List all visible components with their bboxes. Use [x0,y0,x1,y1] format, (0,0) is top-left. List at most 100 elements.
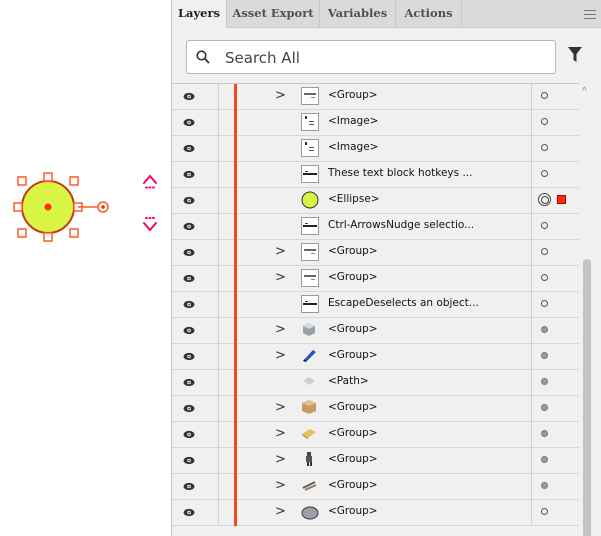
layer-name[interactable]: <Group> [328,427,378,439]
layer-row[interactable]: > <Group> [172,344,579,370]
layer-name[interactable]: <Group> [328,479,378,491]
layer-name[interactable]: <Group> [328,245,378,257]
target-circle-icon[interactable] [541,326,548,333]
visibility-eye-icon[interactable] [183,274,195,283]
target-circle-icon[interactable] [541,352,548,359]
target-circle-icon[interactable] [541,456,548,463]
lock-column[interactable] [218,162,219,188]
layer-row[interactable]: > <Group> [172,84,579,110]
visibility-eye-icon[interactable] [183,482,195,491]
expand-chevron-icon[interactable]: > [275,426,289,442]
layer-name[interactable]: These text block hotkeys ... [328,167,472,179]
expand-chevron-icon[interactable]: > [275,348,289,364]
expand-chevron-icon[interactable]: > [275,270,289,286]
layer-name[interactable]: <Ellipse> [328,193,380,205]
layer-row[interactable]: EscapeDeselects an object... [172,292,579,318]
visibility-eye-icon[interactable] [183,92,195,101]
visibility-eye-icon[interactable] [183,352,195,361]
layer-row[interactable]: <Image> [172,136,579,162]
visibility-eye-icon[interactable] [183,222,195,231]
layer-name[interactable]: Ctrl-ArrowsNudge selectio... [328,219,474,231]
visibility-eye-icon[interactable] [183,118,195,127]
lock-column[interactable] [218,448,219,474]
scroll-up-arrow-icon[interactable]: ^ [582,86,587,97]
layer-row[interactable]: > <Group> [172,396,579,422]
lock-column[interactable] [218,266,219,292]
target-circle-icon[interactable] [541,378,548,385]
layer-name[interactable]: <Group> [328,349,378,361]
lock-column[interactable] [218,318,219,344]
layer-row[interactable]: > <Group> [172,500,579,526]
visibility-eye-icon[interactable] [183,430,195,439]
visibility-eye-icon[interactable] [183,300,195,309]
visibility-eye-icon[interactable] [183,144,195,153]
visibility-eye-icon[interactable] [183,404,195,413]
tab-layers[interactable]: Layers [172,0,227,28]
lock-column[interactable] [218,370,219,396]
layer-name[interactable]: <Image> [328,141,378,153]
lock-column[interactable] [218,396,219,422]
layer-row[interactable]: Ctrl-ArrowsNudge selectio... [172,214,579,240]
expand-chevron-icon[interactable]: > [275,322,289,338]
expand-chevron-icon[interactable]: > [275,452,289,468]
layer-row[interactable]: These text block hotkeys ... [172,162,579,188]
scroll-thumb[interactable] [583,259,591,536]
target-circle-icon[interactable] [541,508,548,515]
layer-name[interactable]: <Image> [328,115,378,127]
lock-column[interactable] [218,84,219,110]
target-circle-icon[interactable] [541,222,548,229]
expand-chevron-icon[interactable]: > [275,244,289,260]
target-circle-icon[interactable] [538,193,551,206]
visibility-eye-icon[interactable] [183,508,195,517]
layer-row[interactable]: <Ellipse> [172,188,579,214]
target-circle-icon[interactable] [541,430,548,437]
target-circle-icon[interactable] [541,274,548,281]
scrollbar[interactable]: ^ [579,84,596,536]
layer-row[interactable]: > <Group> [172,448,579,474]
lock-column[interactable] [218,500,219,526]
target-circle-icon[interactable] [541,482,548,489]
layer-row[interactable]: > <Group> [172,240,579,266]
hamburger-menu-icon[interactable] [584,6,596,20]
tab-asset-export[interactable]: Asset Export [227,0,320,27]
layer-row[interactable]: > <Group> [172,266,579,292]
lock-column[interactable] [218,188,219,214]
visibility-eye-icon[interactable] [183,326,195,335]
target-circle-icon[interactable] [541,170,548,177]
visibility-eye-icon[interactable] [183,196,195,205]
layer-name[interactable]: EscapeDeselects an object... [328,297,479,309]
expand-chevron-icon[interactable]: > [275,478,289,494]
layer-name[interactable]: <Group> [328,271,378,283]
lock-column[interactable] [218,136,219,162]
layer-name[interactable]: <Group> [328,453,378,465]
visibility-eye-icon[interactable] [183,248,195,257]
tab-actions[interactable]: Actions [396,0,462,27]
target-circle-icon[interactable] [541,92,548,99]
visibility-eye-icon[interactable] [183,456,195,465]
lock-column[interactable] [218,110,219,136]
layer-row[interactable]: > <Group> [172,318,579,344]
layer-row[interactable]: <Image> [172,110,579,136]
lock-column[interactable] [218,422,219,448]
artboard-canvas[interactable] [0,0,170,536]
visibility-eye-icon[interactable] [183,170,195,179]
layer-row[interactable]: <Path> [172,370,579,396]
layer-name[interactable]: <Group> [328,323,378,335]
selection-indicator[interactable] [557,195,566,204]
layer-name[interactable]: <Path> [328,375,369,387]
layer-name[interactable]: <Group> [328,89,378,101]
visibility-eye-icon[interactable] [183,378,195,387]
target-circle-icon[interactable] [541,118,548,125]
target-circle-icon[interactable] [541,248,548,255]
target-circle-icon[interactable] [541,300,548,307]
lock-column[interactable] [218,214,219,240]
search-box[interactable] [186,40,556,74]
layer-name[interactable]: <Group> [328,401,378,413]
expand-chevron-icon[interactable]: > [275,504,289,520]
lock-column[interactable] [218,474,219,500]
target-circle-icon[interactable] [541,144,548,151]
search-input[interactable] [223,45,547,71]
layer-row[interactable]: > <Group> [172,474,579,500]
filter-funnel-icon[interactable] [568,47,582,62]
expand-chevron-icon[interactable]: > [275,88,289,104]
